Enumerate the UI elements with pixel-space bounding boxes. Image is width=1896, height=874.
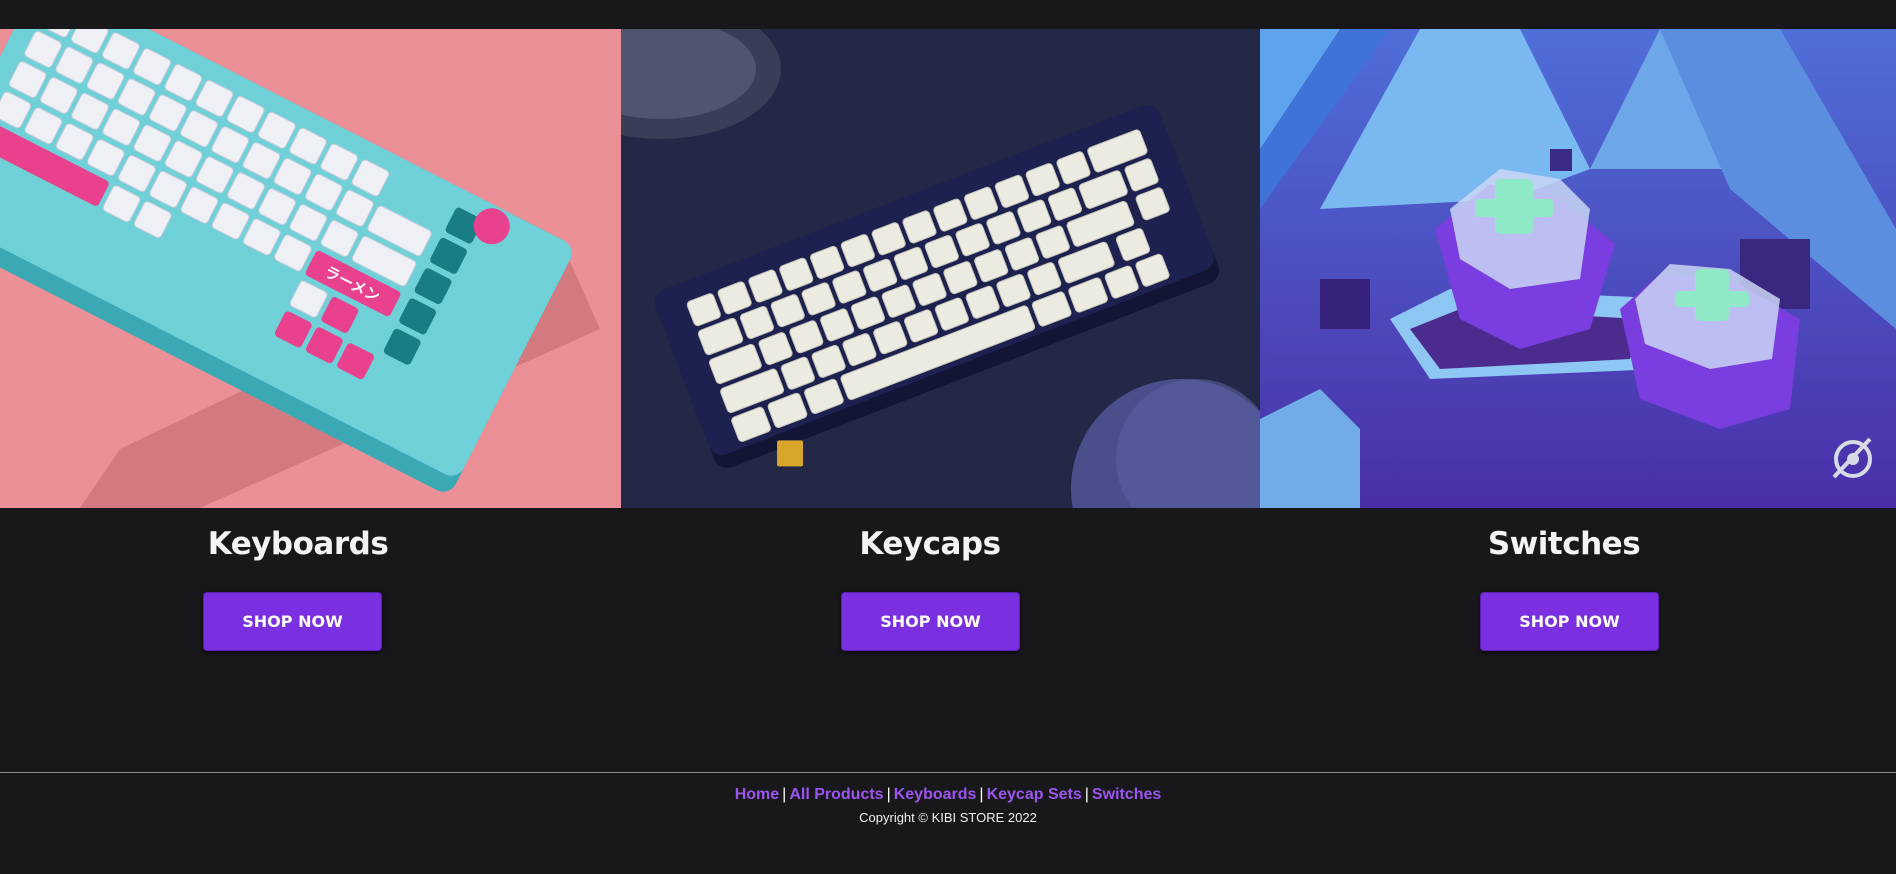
keycaps-image[interactable] bbox=[621, 29, 1260, 508]
top-bar bbox=[0, 0, 1896, 29]
footer-link-keyboards[interactable]: Keyboards bbox=[894, 786, 977, 803]
footer-nav: Home | All Products | Keyboards | Keycap Sets |… bbox=[0, 786, 1896, 804]
footer-link-all-products[interactable]: All Products bbox=[789, 786, 883, 803]
footer-separator: | bbox=[886, 786, 891, 803]
shop-now-button[interactable]: SHOP NOW bbox=[841, 592, 1020, 651]
category-title: Switches bbox=[1487, 526, 1641, 562]
category-card-switches: Switches SHOP NOW bbox=[1260, 29, 1896, 679]
shop-now-button[interactable]: SHOP NOW bbox=[203, 592, 382, 651]
footer-link-keycap-sets[interactable]: Keycap Sets bbox=[987, 786, 1082, 803]
shop-now-button[interactable]: SHOP NOW bbox=[1480, 592, 1659, 651]
keyboard-image[interactable]: ラーメン bbox=[0, 29, 621, 508]
switches-image[interactable] bbox=[1260, 29, 1896, 508]
category-card-keyboards: ラーメン Keyboards SHOP NOW bbox=[0, 29, 621, 679]
site-footer: Home | All Products | Keyboards | Keycap Sets |… bbox=[0, 772, 1896, 874]
category-title: Keycaps bbox=[859, 526, 1001, 562]
footer-link-home[interactable]: Home bbox=[735, 786, 779, 803]
category-card-keycaps: Keycaps SHOP NOW bbox=[621, 29, 1260, 679]
category-grid: ラーメン Keyboards SHOP NOW Keycaps SHOP NOW… bbox=[0, 29, 1896, 679]
copyright-text: Copyright © KIBI STORE 2022 bbox=[859, 810, 1037, 825]
footer-link-switches[interactable]: Switches bbox=[1092, 786, 1161, 803]
footer-separator: | bbox=[979, 786, 984, 803]
footer-separator: | bbox=[782, 786, 787, 803]
footer-separator: | bbox=[1084, 786, 1089, 803]
category-title: Keyboards bbox=[207, 526, 389, 562]
